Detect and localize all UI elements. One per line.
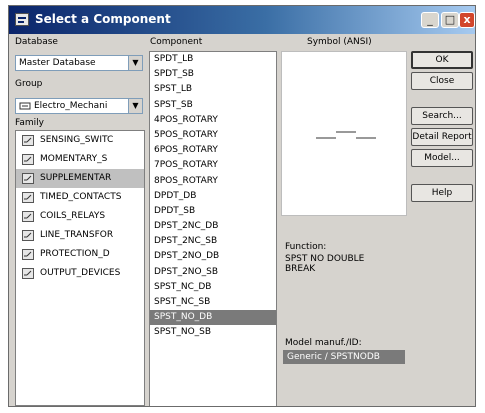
component-item[interactable]: DPST_2NC_SB <box>150 234 276 249</box>
family-list[interactable]: SENSING_SWITC MOMENTARY_S SUPPLEMENTAR TIME… <box>15 130 145 406</box>
electro-mechanical-icon <box>19 102 31 110</box>
family-item[interactable]: OUTPUT_DEVICES <box>16 264 144 283</box>
momentary-switch-icon <box>22 154 34 165</box>
component-item[interactable]: 7POS_ROTARY <box>150 158 276 173</box>
app-icon <box>15 13 29 26</box>
window-title: Select a Component <box>35 12 171 26</box>
search-button[interactable]: Search... <box>411 107 473 125</box>
family-item[interactable]: SENSING_SWITC <box>16 131 144 150</box>
component-info-area: Function: SPST NO DOUBLE BREAK Model man… <box>281 216 407 406</box>
component-item[interactable]: DPDT_SB <box>150 204 276 219</box>
component-list[interactable]: SPDT_LB SPDT_SB SPST_LB SPST_SB 4POS_ROTARY 5… <box>149 51 277 406</box>
line-transformer-icon <box>22 230 34 241</box>
family-item[interactable]: SUPPLEMENTAR <box>16 169 144 188</box>
detail-report-button[interactable]: Detail Report <box>411 128 473 146</box>
family-item-label: MOMENTARY_S <box>40 154 108 164</box>
component-item[interactable]: DPST_2NC_DB <box>150 219 276 234</box>
component-item[interactable]: 5POS_ROTARY <box>150 128 276 143</box>
title-bar[interactable]: Select a Component _ □ x <box>9 6 475 34</box>
component-item[interactable]: SPST_NO_SB <box>150 325 276 340</box>
component-item[interactable]: DPST_2NO_DB <box>150 249 276 264</box>
group-label: Group <box>15 79 43 89</box>
family-item[interactable]: PROTECTION_D <box>16 245 144 264</box>
model-button[interactable]: Model... <box>411 149 473 167</box>
function-label: Function: <box>285 242 327 252</box>
family-item[interactable]: LINE_TRANSFOR <box>16 226 144 245</box>
chevron-down-icon[interactable]: ▼ <box>128 99 142 113</box>
group-value: Electro_Mechani <box>34 101 108 111</box>
component-item[interactable]: SPST_LB <box>150 82 276 97</box>
family-item-label: TIMED_CONTACTS <box>40 192 122 202</box>
close-window-button[interactable]: x <box>459 12 475 28</box>
family-item[interactable]: MOMENTARY_S <box>16 150 144 169</box>
family-item-label: LINE_TRANSFOR <box>40 230 114 240</box>
protection-device-icon <box>22 249 34 260</box>
symbol-preview <box>281 51 407 216</box>
component-label: Component <box>150 37 203 47</box>
family-item[interactable]: TIMED_CONTACTS <box>16 188 144 207</box>
function-value: SPST NO DOUBLE BREAK <box>285 254 365 274</box>
switch-symbol-icon <box>316 131 376 139</box>
component-item[interactable]: SPST_NO_DB <box>150 310 276 326</box>
database-label: Database <box>15 37 58 47</box>
family-label: Family <box>15 118 44 128</box>
sensing-switch-icon <box>22 135 34 146</box>
coils-relays-icon <box>22 211 34 222</box>
component-item[interactable]: SPST_NC_SB <box>150 295 276 310</box>
select-component-dialog: Select a Component _ □ x Database Master… <box>8 5 476 407</box>
model-manuf-label: Model manuf./ID: <box>285 338 362 348</box>
ok-button[interactable]: OK <box>411 51 473 69</box>
family-item-label: OUTPUT_DEVICES <box>40 268 121 278</box>
component-item[interactable]: 8POS_ROTARY <box>150 174 276 189</box>
group-select[interactable]: Electro_Mechani ▼ <box>15 98 143 114</box>
family-item-label: SENSING_SWITC <box>40 135 114 145</box>
help-button[interactable]: Help <box>411 184 473 202</box>
database-value: Master Database <box>19 58 96 68</box>
timed-contacts-icon <box>22 192 34 203</box>
maximize-button[interactable]: □ <box>441 12 459 28</box>
family-item-label: COILS_RELAYS <box>40 211 106 221</box>
database-select[interactable]: Master Database ▼ <box>15 55 143 71</box>
model-manuf-value[interactable]: Generic / SPSTNODB <box>283 350 405 364</box>
component-item[interactable]: SPDT_SB <box>150 67 276 82</box>
family-item-label: PROTECTION_D <box>40 249 110 259</box>
close-button[interactable]: Close <box>411 72 473 90</box>
output-devices-icon <box>22 268 34 279</box>
minimize-button[interactable]: _ <box>421 12 439 28</box>
chevron-down-icon[interactable]: ▼ <box>128 56 142 70</box>
component-item[interactable]: SPDT_LB <box>150 52 276 67</box>
family-item-label: SUPPLEMENTAR <box>40 173 112 183</box>
supplementary-switch-icon <box>22 173 34 184</box>
component-item[interactable]: DPDT_DB <box>150 189 276 204</box>
component-item[interactable]: DPST_2NO_SB <box>150 265 276 280</box>
symbol-label: Symbol (ANSI) <box>307 37 372 47</box>
component-item[interactable]: SPST_NC_DB <box>150 280 276 295</box>
component-item[interactable]: 4POS_ROTARY <box>150 113 276 128</box>
component-item[interactable]: 6POS_ROTARY <box>150 143 276 158</box>
family-item[interactable]: COILS_RELAYS <box>16 207 144 226</box>
component-item[interactable]: SPST_SB <box>150 98 276 113</box>
